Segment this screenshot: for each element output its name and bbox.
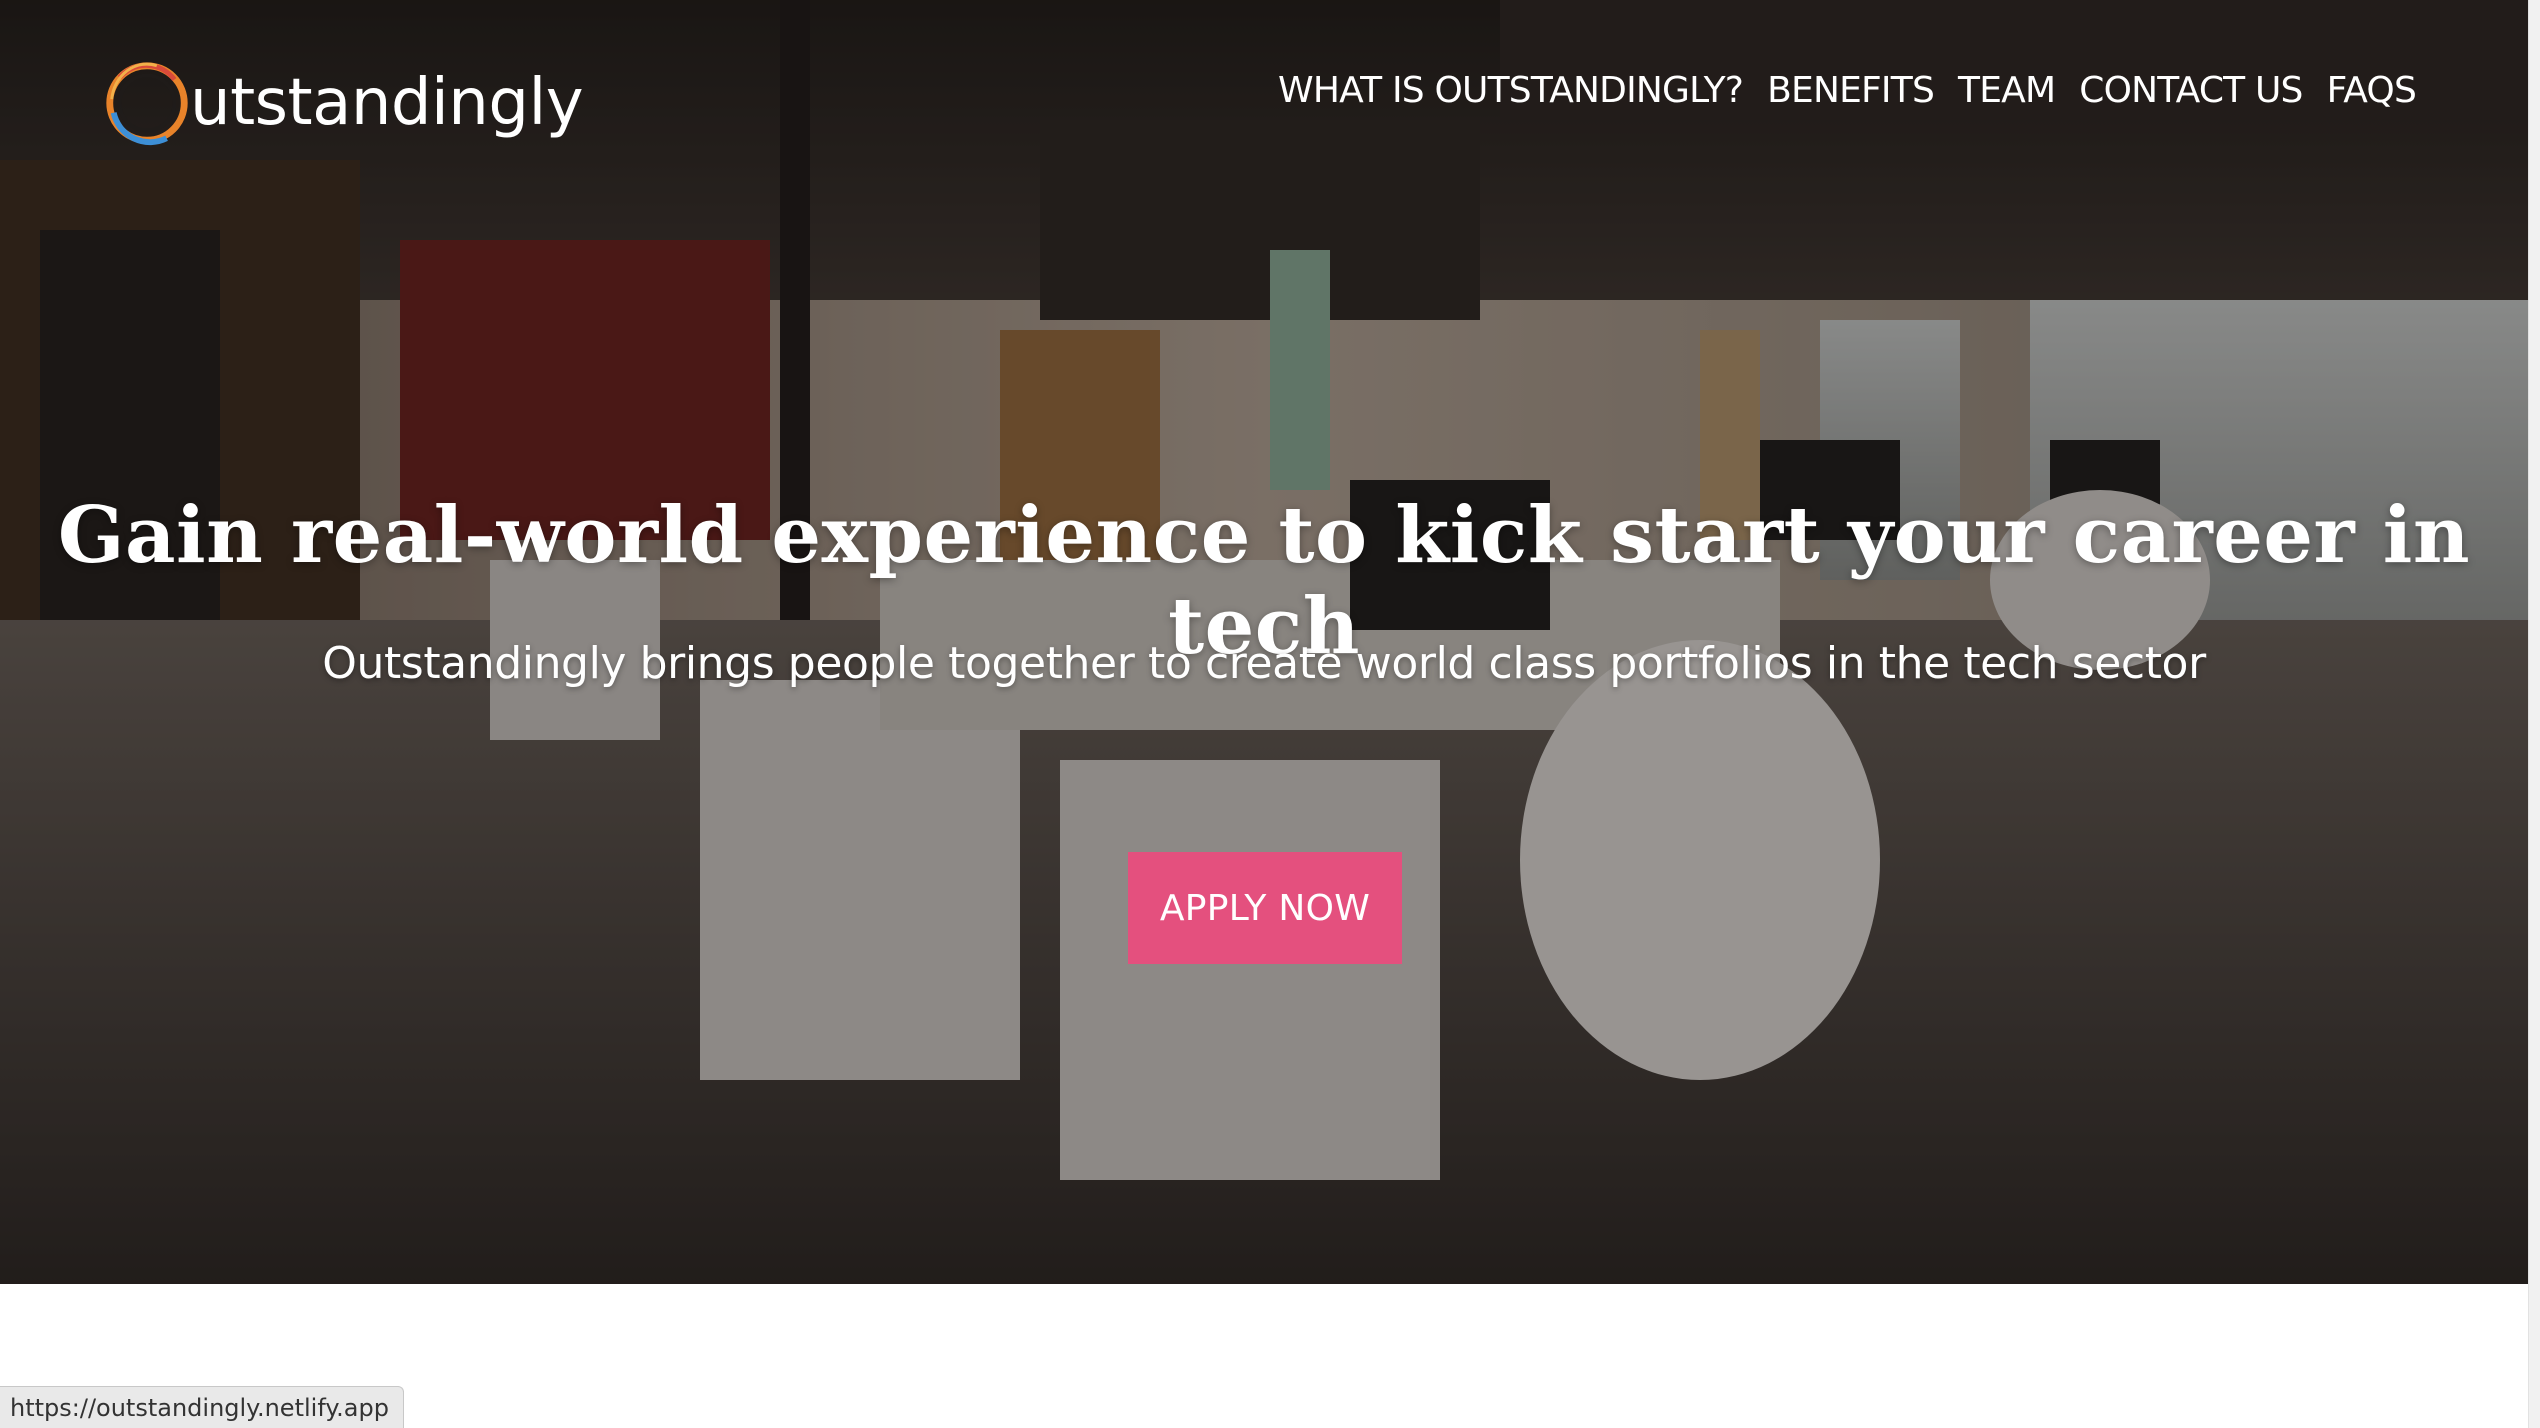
brand-logo[interactable]: utstandingly — [98, 48, 584, 158]
logo-wordmark: utstandingly — [190, 66, 584, 140]
main-nav: WHAT IS OUTSTANDINGLY? BENEFITS TEAM CON… — [1278, 70, 2417, 111]
nav-link-what-is[interactable]: WHAT IS OUTSTANDINGLY? — [1278, 70, 1744, 111]
link-status-bar: https://outstandingly.netlify.app — [0, 1386, 404, 1428]
logo-ring-icon — [106, 62, 188, 146]
nav-link-benefits[interactable]: BENEFITS — [1767, 70, 1935, 111]
browser-viewport: utstandingly WHAT IS OUTSTANDINGLY? BENE… — [0, 0, 2528, 1428]
status-url: https://outstandingly.netlify.app — [10, 1393, 389, 1422]
nav-link-faqs[interactable]: FAQS — [2327, 70, 2417, 111]
apply-now-button[interactable]: APPLY NOW — [1128, 852, 1402, 964]
nav-link-team[interactable]: TEAM — [1958, 70, 2056, 111]
hero-subheadline: Outstandingly brings people together to … — [322, 638, 2206, 689]
nav-link-contact-us[interactable]: CONTACT US — [2079, 70, 2303, 111]
hero-section: utstandingly WHAT IS OUTSTANDINGLY? BENE… — [0, 0, 2528, 1284]
page-scrollbar[interactable] — [2528, 0, 2540, 1428]
